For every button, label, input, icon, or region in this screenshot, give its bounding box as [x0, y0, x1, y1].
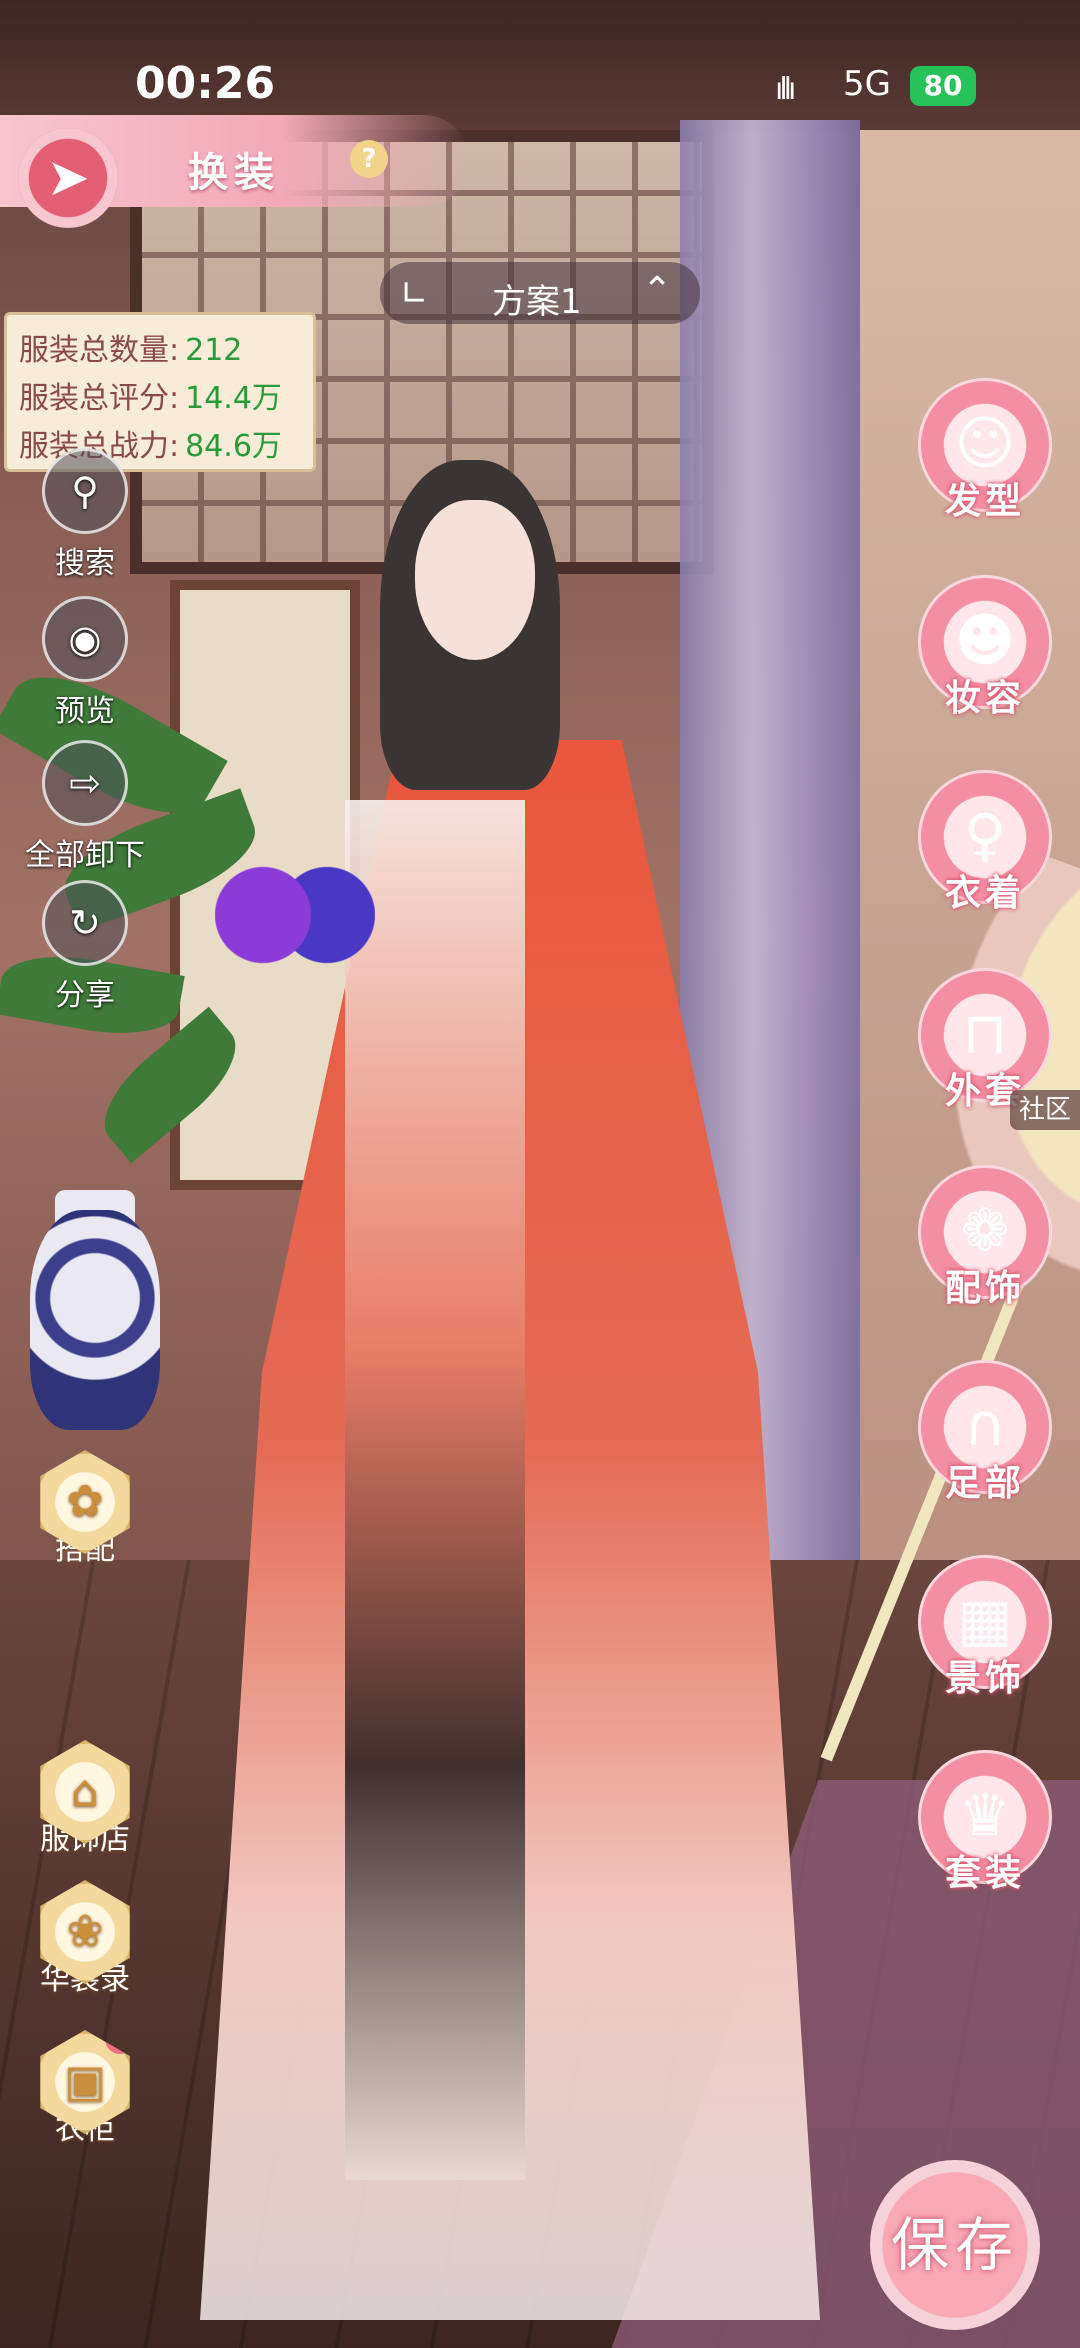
category-makeup[interactable]: ☻ 妆容 — [910, 575, 1060, 721]
category-scenery[interactable]: ▦ 景饰 — [910, 1555, 1060, 1701]
plan-selector[interactable]: ∟ 方案1 ⌃ — [380, 262, 700, 324]
search-button[interactable]: ⚲ 搜索 — [40, 448, 130, 582]
category-outfit-set[interactable]: ♛ 套装 — [910, 1750, 1060, 1896]
category-label: 衣着 — [944, 873, 1025, 914]
search-label: 搜索 — [55, 546, 115, 581]
share-icon: ↻ — [42, 880, 128, 966]
stat-value: 212 — [185, 333, 243, 368]
question-icon[interactable]: ? — [350, 140, 388, 178]
community-tab[interactable]: 社区 — [1010, 1090, 1080, 1130]
back-emblem-icon[interactable]: ➤ — [18, 128, 118, 228]
undress-all-label: 全部卸下 — [25, 838, 145, 873]
ruler-icon[interactable]: ∟ — [400, 274, 429, 314]
match-button[interactable]: ✿ 搭配 — [25, 1450, 145, 1568]
battery-icon: 80 — [910, 66, 976, 106]
catalog-button[interactable]: ❀ 华装录 — [25, 1880, 145, 1998]
undress-icon: ⇨ — [42, 740, 128, 826]
category-hairstyle[interactable]: ☺ 发型 — [910, 378, 1060, 524]
share-label: 分享 — [55, 978, 115, 1013]
chevron-up-icon[interactable]: ⌃ — [642, 270, 672, 311]
butterfly-bow-ornament — [215, 860, 375, 970]
category-label: 景饰 — [944, 1658, 1025, 1699]
character-model[interactable] — [200, 460, 1080, 2320]
stat-label: 服装总评分: — [19, 381, 180, 416]
stat-value: 14.4万 — [185, 381, 282, 416]
shop-button[interactable]: ⌂ 服饰店 — [25, 1740, 145, 1858]
preview-label: 预览 — [55, 694, 115, 729]
stat-row: 服装总数量: 212 — [19, 325, 242, 369]
inner-dress — [345, 800, 525, 2180]
signal-icon: ıllı — [775, 72, 796, 107]
category-shoes[interactable]: ∩ 足部 — [910, 1360, 1060, 1506]
network-type: 5G — [843, 64, 891, 104]
save-button[interactable]: 保存 — [870, 2160, 1040, 2330]
wardrobe-icon: ▣ ♥ — [40, 2030, 130, 2134]
category-clothing[interactable]: ♀ 衣着 — [910, 770, 1060, 916]
wardrobe-button[interactable]: ▣♥ 衣柜 — [25, 2030, 145, 2148]
stat-row: 服装总评分: 14.4万 — [19, 373, 282, 417]
share-button[interactable]: ↻ 分享 — [40, 880, 130, 1014]
category-label: 发型 — [944, 481, 1025, 522]
match-icon: ✿ — [40, 1450, 130, 1554]
eye-icon: ◉ — [42, 596, 128, 682]
category-label: 配饰 — [944, 1268, 1025, 1309]
undress-all-button[interactable]: ⇨ 全部卸下 — [20, 740, 150, 874]
plan-label: 方案1 — [492, 282, 582, 322]
category-accessory[interactable]: ❁ 配饰 — [910, 1165, 1060, 1311]
status-bar: 00:26 ıllı 5G 80 — [0, 0, 1080, 110]
stat-label: 服装总数量: — [19, 333, 180, 368]
character-face — [415, 500, 535, 660]
preview-button[interactable]: ◉ 预览 — [40, 596, 130, 730]
category-label: 妆容 — [944, 678, 1025, 719]
stat-value: 84.6万 — [185, 429, 282, 464]
search-icon: ⚲ — [42, 448, 128, 534]
page-title: 换装 — [188, 150, 280, 196]
status-time: 00:26 — [135, 58, 276, 109]
category-label: 套装 — [944, 1853, 1025, 1894]
porcelain-vase — [30, 1210, 160, 1430]
category-label: 足部 — [944, 1463, 1025, 1504]
